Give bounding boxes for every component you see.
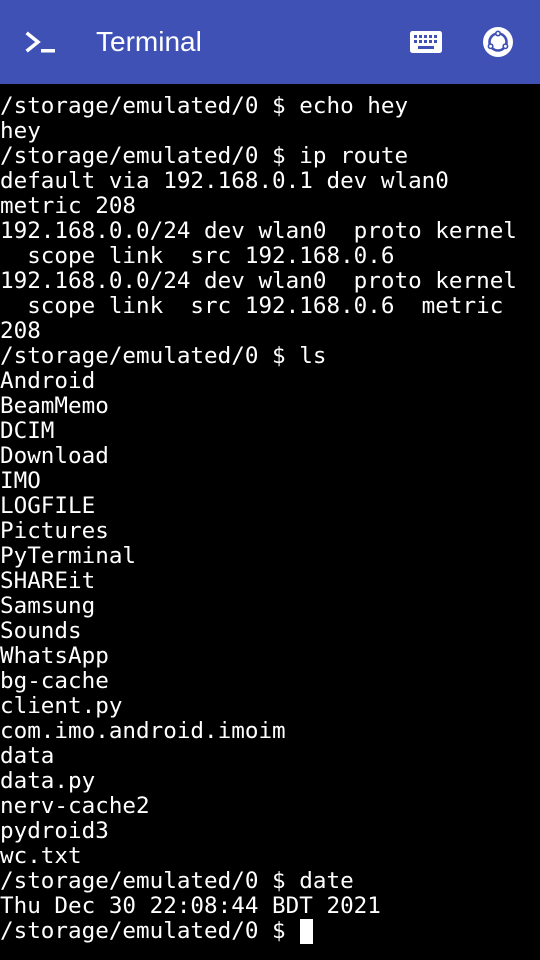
terminal-line: com.imo.android.imoim [0, 718, 286, 744]
terminal-line: /storage/emulated/0 $ ls [0, 343, 327, 369]
app-title: Terminal [96, 26, 202, 57]
terminal-line: /storage/emulated/0 $ ip route [0, 143, 409, 169]
terminal-prompt-line[interactable]: /storage/emulated/0 $ [0, 919, 540, 944]
terminal-line: 208 [0, 318, 41, 344]
terminal-line: Thu Dec 30 22:08:44 BDT 2021 [0, 893, 381, 919]
terminal-line: Samsung [0, 593, 96, 619]
terminal-line: SHAREit [0, 568, 96, 594]
terminal-cursor [300, 919, 314, 944]
terminal-line: client.py [0, 693, 123, 719]
terminal-line: wc.txt [0, 843, 82, 869]
terminal-line: Download [0, 443, 109, 469]
terminal-line: DCIM [0, 418, 55, 444]
terminal-line: LOGFILE [0, 493, 96, 519]
terminal-prompt: /storage/emulated/0 $ [0, 918, 300, 944]
terminal-line: scope link src 192.168.0.6 [0, 243, 395, 269]
terminal-line: scope link src 192.168.0.6 metric [0, 293, 504, 319]
keyboard-icon[interactable] [406, 26, 446, 58]
terminal-output[interactable]: /storage/emulated/0 $ echo hey hey/storag… [0, 94, 540, 960]
terminal-line: PyTerminal [0, 543, 137, 569]
terminal-line: default via 192.168.0.1 dev wlan0 [0, 168, 449, 194]
terminal-line: data.py [0, 768, 96, 794]
terminal-line: nerv-cache2 [0, 793, 150, 819]
terminal-line: metric 208 [0, 193, 137, 219]
terminal-line: bg-cache [0, 668, 109, 694]
terminal-prompt-icon [24, 28, 58, 58]
terminal-line: 192.168.0.0/24 dev wlan0 proto kernel [0, 218, 517, 244]
terminal-line: data [0, 743, 55, 769]
terminal-line: IMO [0, 468, 41, 494]
terminal-line: Sounds [0, 618, 82, 644]
terminal-line: /storage/emulated/0 $ echo hey [0, 94, 409, 119]
terminal-line: Pictures [0, 518, 109, 544]
terminal-line: BeamMemo [0, 393, 109, 419]
terminal-line: 192.168.0.0/24 dev wlan0 proto kernel [0, 268, 517, 294]
terminal-line: Android [0, 368, 96, 394]
terminal-line: pydroid3 [0, 818, 109, 844]
terminal-line: WhatsApp [0, 643, 109, 669]
terminal-line: hey [0, 118, 41, 144]
terminal-line: /storage/emulated/0 $ date [0, 868, 354, 894]
app-bar: Terminal [0, 0, 540, 84]
settings-icon[interactable] [478, 22, 518, 62]
terminal-lines: /storage/emulated/0 $ echo hey hey/storag… [0, 94, 540, 919]
